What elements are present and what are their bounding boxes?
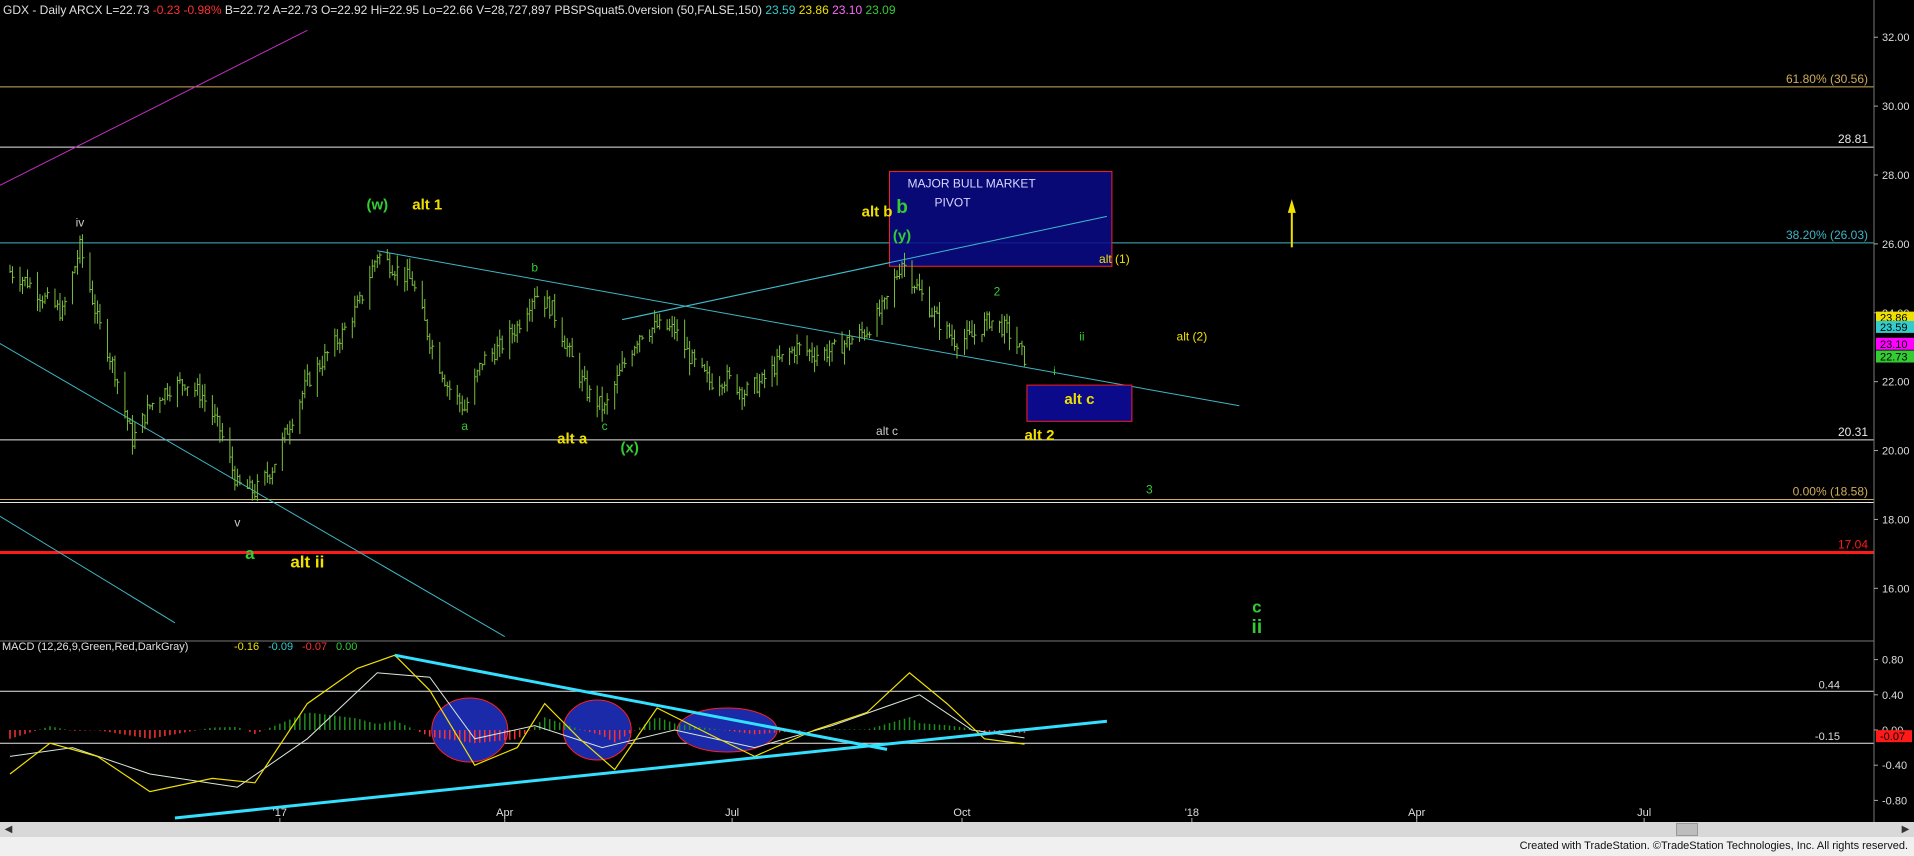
macd-title: MACD (12,26,9,Green,Red,DarkGray) bbox=[2, 641, 188, 653]
wave-label: alt 2 bbox=[1024, 427, 1054, 444]
macd-y-tick-label: 0.80 bbox=[1882, 655, 1903, 667]
wave-label: (w) bbox=[366, 196, 388, 213]
price-marker-label: 22.73 bbox=[1880, 352, 1908, 364]
wave-label: 2 bbox=[994, 285, 1001, 299]
level-label: 61.80% (30.56) bbox=[1786, 72, 1868, 86]
level-label: 20.31 bbox=[1838, 425, 1868, 439]
wave-label: iv bbox=[76, 216, 85, 230]
wave-label: c bbox=[1252, 597, 1261, 616]
macd-oval bbox=[562, 699, 632, 761]
y-tick-label: 18.00 bbox=[1882, 514, 1910, 526]
wave-label: ii bbox=[1079, 329, 1084, 343]
x-tick-label: Jul bbox=[1637, 807, 1651, 819]
x-tick-label: '18 bbox=[1185, 807, 1199, 819]
wave-label: v bbox=[234, 515, 240, 529]
scroll-right-arrow-icon[interactable]: ▶ bbox=[1899, 823, 1912, 836]
level-label: 28.81 bbox=[1838, 132, 1868, 146]
wave-label: alt (1) bbox=[1099, 252, 1130, 266]
macd-value: -0.16 bbox=[234, 641, 259, 653]
wave-label: c bbox=[602, 419, 608, 433]
y-tick-label: 22.00 bbox=[1882, 377, 1910, 389]
scroll-left-arrow-icon[interactable]: ◀ bbox=[2, 823, 15, 836]
x-tick-label: Oct bbox=[953, 807, 970, 819]
wave-label: (y) bbox=[893, 227, 911, 244]
y-tick-label: 26.00 bbox=[1882, 239, 1910, 251]
macd-value: 0.00 bbox=[336, 641, 357, 653]
macd-y-tick-label: -0.80 bbox=[1882, 795, 1907, 807]
footer: Created with TradeStation. ©TradeStation… bbox=[0, 837, 1914, 856]
macd-y-tick-label: 0.40 bbox=[1882, 690, 1903, 702]
wave-label: alt ii bbox=[290, 553, 324, 572]
footer-credit: Created with TradeStation. ©TradeStation… bbox=[1519, 840, 1908, 852]
level-label: 0.00% (18.58) bbox=[1793, 484, 1868, 498]
wave-label: alt a bbox=[557, 431, 588, 448]
chart-background bbox=[0, 0, 1914, 822]
wave-label: i bbox=[1053, 364, 1056, 378]
stock-chart: 61.80% (30.56) 28.81 38.20% (26.03) 20.31 0.… bbox=[0, 0, 1914, 822]
wave-label: a bbox=[245, 544, 255, 563]
x-tick-label: Jul bbox=[725, 807, 739, 819]
wave-label: b bbox=[896, 197, 908, 218]
x-tick-label: Apr bbox=[496, 807, 513, 819]
wave-label: alt (2) bbox=[1177, 329, 1208, 343]
price-marker-label: 23.59 bbox=[1880, 322, 1908, 334]
y-tick-label: 28.00 bbox=[1882, 170, 1910, 182]
macd-value: -0.09 bbox=[268, 641, 293, 653]
scroll-thumb[interactable] bbox=[1676, 823, 1698, 836]
symbol-title: GDX - Daily ARCX L=22.73 -0.23 -0.98% B=… bbox=[3, 3, 896, 17]
level-label: 17.04 bbox=[1838, 538, 1868, 552]
wave-label: (x) bbox=[620, 439, 638, 456]
level-label: 38.20% (26.03) bbox=[1786, 228, 1868, 242]
macd-level-label: -0.15 bbox=[1815, 731, 1840, 743]
x-tick-label: '17 bbox=[273, 807, 287, 819]
y-tick-label: 30.00 bbox=[1882, 101, 1910, 113]
wave-label: ii bbox=[1252, 617, 1263, 638]
wave-label: alt c bbox=[876, 424, 898, 438]
macd-level-label: 0.44 bbox=[1819, 679, 1840, 691]
x-tick-label: Apr bbox=[1408, 807, 1425, 819]
wave-label: b bbox=[531, 260, 538, 274]
macd-marker-label: -0.07 bbox=[1880, 731, 1905, 743]
wave-label: a bbox=[461, 419, 468, 433]
wave-label: alt 1 bbox=[412, 196, 442, 213]
macd-value: -0.07 bbox=[302, 641, 327, 653]
y-tick-label: 32.00 bbox=[1882, 32, 1910, 44]
y-tick-label: 20.00 bbox=[1882, 446, 1910, 458]
pivot-subtitle: PIVOT bbox=[935, 196, 972, 210]
macd-y-tick-label: -0.40 bbox=[1882, 760, 1907, 772]
wave-label: 3 bbox=[1146, 483, 1153, 497]
y-tick-label: 16.00 bbox=[1882, 583, 1910, 595]
price-marker-label: 23.10 bbox=[1880, 339, 1908, 351]
wave-label: alt b bbox=[862, 203, 893, 220]
horizontal-scrollbar[interactable]: ◀ ▶ bbox=[0, 822, 1914, 837]
alt-c-box-label: alt c bbox=[1064, 391, 1094, 408]
pivot-title: MAJOR BULL MARKET bbox=[908, 177, 1037, 191]
chart-header: GDX - Daily ARCX L=22.73 -0.23 -0.98% B=… bbox=[3, 3, 896, 17]
